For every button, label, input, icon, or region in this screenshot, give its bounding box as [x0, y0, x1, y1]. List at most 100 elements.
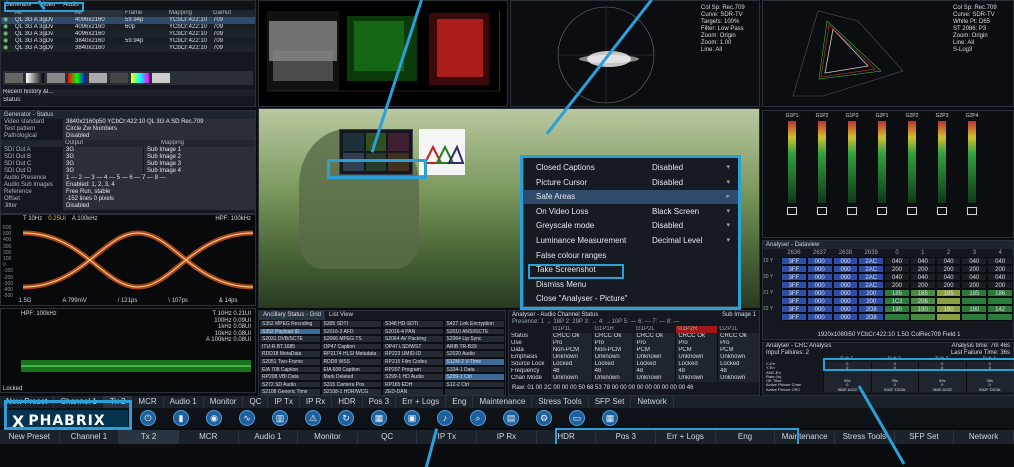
anc-cell[interactable]: RP208 VBI Data	[259, 373, 321, 381]
anc-cell[interactable]: RP2174 HLSI Metadata	[320, 350, 382, 358]
standard-row[interactable]: ◉ QL 3G A 3gDv 3840x2160 YCbCr:422:10 709	[1, 45, 255, 52]
tab-qc[interactable]: QC	[243, 396, 269, 408]
tab-ip-rx[interactable]: IP Rx	[300, 396, 333, 408]
grid-icon[interactable]: ▦	[371, 410, 387, 426]
radio-icon[interactable]: ◉	[1, 31, 13, 38]
anc-cell[interactable]: S2066 MPEG TS	[320, 335, 382, 343]
anc-cell[interactable]: Mark Deleted	[320, 373, 382, 381]
tab-maintenance[interactable]: Maintenance	[473, 396, 533, 408]
tab-new-preset[interactable]: New Preset	[0, 430, 60, 444]
tab-monitor[interactable]: Monitor	[298, 430, 358, 444]
menu-item[interactable]: Greyscale mode Disabled ▾	[524, 219, 738, 233]
menu-item[interactable]: Luminance Measurement Decimal Level ▾	[524, 234, 738, 248]
standard-row[interactable]: ◉ QL 3G A 3gDv 3840x2160 59.94p YCbCr:422:10…	[1, 38, 255, 45]
anc-cell[interactable]: S352 MPEG Recoding	[259, 320, 321, 328]
alert-icon[interactable]: ⚠	[305, 410, 321, 426]
anc-cell[interactable]: S272 SD Audio	[259, 380, 321, 389]
tab-hdr[interactable]: HDR	[332, 396, 363, 408]
menu-item-value[interactable]: Disabled	[652, 176, 683, 190]
anc-cell[interactable]: ITU-R BT.1685	[259, 342, 321, 351]
tab-channel-1[interactable]: Channel 1	[60, 430, 120, 444]
menu-item[interactable]: Dismiss Menu	[524, 278, 738, 292]
filter-all-1[interactable]: All	[13, 10, 73, 17]
power-icon[interactable]: ⏻	[140, 410, 156, 426]
anc-cell[interactable]: S2108 Generic Time	[259, 388, 321, 395]
tab-audio-1[interactable]: Audio 1	[239, 430, 299, 444]
tab-pos-3[interactable]: Pos 3	[363, 396, 397, 408]
menu-item-value[interactable]: Disabled	[652, 161, 683, 175]
tab-ip-rx[interactable]: IP Rx	[477, 430, 537, 444]
anc-cell[interactable]: OP47 Caption	[320, 342, 382, 351]
settings-icon[interactable]: ⚙	[536, 410, 552, 426]
monitor-icon[interactable]: ▭	[569, 410, 585, 426]
anc-cell[interactable]: S2064 AV Packing	[382, 335, 444, 343]
anc-cell[interactable]	[443, 388, 505, 395]
tab-ip-tx[interactable]: IP Tx	[268, 396, 300, 408]
menu-item-value[interactable]: Black Screen	[652, 205, 699, 219]
picture-icon[interactable]: ▤	[503, 410, 519, 426]
anc-cell[interactable]: S334-1 Data	[443, 365, 505, 374]
standard-row[interactable]: ◉ QL 3G A 3gDv 4096x2160 60p YCbCr:422:10 709	[1, 24, 255, 31]
anc-cell[interactable]: S427 Link Encryption	[443, 320, 505, 328]
pattern-thumbnails[interactable]	[3, 71, 253, 85]
tab-mcr[interactable]: MCR	[132, 396, 164, 408]
refresh-icon[interactable]: ↻	[338, 410, 354, 426]
tab-pos-3[interactable]: Pos 3	[596, 430, 657, 444]
camera-icon[interactable]: ▣	[404, 410, 420, 426]
anc-cell[interactable]: ZED-DAN	[382, 388, 444, 395]
radio-icon[interactable]: ◉	[1, 24, 13, 31]
tab-maintenance[interactable]: Maintenance	[775, 430, 835, 444]
anc-cell[interactable]: S299-1 Ctrl	[443, 373, 505, 381]
anc-cell[interactable]: S352 Payload ID	[259, 327, 321, 336]
anc-cell[interactable]: RDD18 MetaData	[259, 350, 321, 358]
standard-row[interactable]: ◉ QL 3G A 3gDv 4096x2160 YCbCr:422:10 709	[1, 31, 255, 38]
search-icon[interactable]: ⌕	[470, 410, 486, 426]
tab-stress-tools[interactable]: Stress Tools	[532, 396, 589, 408]
meter-icon[interactable]: ▮	[173, 410, 189, 426]
tab-channel-1[interactable]: Channel 1	[54, 396, 104, 408]
tab-hdr[interactable]: HDR	[537, 430, 597, 444]
anc-cell[interactable]: S305 SDTI	[320, 320, 382, 328]
menu-item[interactable]: Picture Cursor Disabled ▾	[524, 176, 738, 190]
tab-err-logs[interactable]: Err + Logs	[656, 430, 716, 444]
anc-cell[interactable]: EIA 708 Caption	[259, 365, 321, 374]
anc-cell[interactable]: S12M-2 V-Time	[443, 357, 505, 366]
radio-icon[interactable]: ◉	[1, 17, 13, 24]
anc-cell[interactable]: S2016-3 AFD	[320, 327, 382, 336]
tab-network[interactable]: Network	[631, 396, 674, 408]
tab-new-preset[interactable]: New Preset	[0, 396, 55, 408]
anc-cell[interactable]: S2108-1 HDR/WCG	[320, 388, 382, 395]
waveform-icon[interactable]: ∿	[239, 410, 255, 426]
tab-tx-2[interactable]: Tx 2	[103, 396, 133, 408]
anc-cell[interactable]: S12-2 Ctrl	[443, 380, 505, 389]
anc-cell[interactable]: S2051 Two-Frame	[259, 357, 321, 366]
anc-cell[interactable]: RP223 UMID-ID	[382, 350, 444, 358]
menu-item[interactable]: Safe Areas ▸	[524, 190, 738, 205]
tab-monitor[interactable]: Monitor	[204, 396, 244, 408]
tab-network[interactable]: Network	[954, 430, 1014, 444]
anc-cell[interactable]: RDD8 WSS	[320, 357, 382, 366]
tab-err-logs[interactable]: Err + Logs	[396, 396, 447, 408]
tab-ip-tx[interactable]: IP Tx	[417, 430, 478, 444]
anc-cell[interactable]: RP165 EDH	[382, 380, 444, 389]
tab-eng[interactable]: Eng	[446, 396, 474, 408]
audio-icon[interactable]: ♪	[437, 410, 453, 426]
menu-item[interactable]: Take Screenshot	[524, 263, 738, 277]
anc-cell[interactable]: ARIB TR-B29	[443, 342, 505, 351]
tab-eng[interactable]: Eng	[716, 430, 776, 444]
anc-cell[interactable]: S2016-4 PAN	[382, 327, 444, 336]
menu-item-value[interactable]: Decimal Level	[652, 234, 702, 248]
anc-cell[interactable]: OP47 LSD/WST	[382, 342, 444, 351]
radio-icon[interactable]: ◉	[1, 38, 13, 45]
menu-item[interactable]: False colour ranges	[524, 249, 738, 263]
anc-cell[interactable]: S348 HD-SDTI	[382, 320, 444, 328]
tab-qc[interactable]: QC	[358, 430, 418, 444]
tab-audio[interactable]: Audio	[59, 1, 82, 10]
tab-sfp-set[interactable]: SFP Set	[895, 430, 955, 444]
standard-row[interactable]: ◉ QL 3G A 3gDv 4096x2160 59.94p YCbCr:422:10…	[1, 17, 255, 24]
tab-anc-grid[interactable]: Ancillary Status - Grid	[259, 311, 326, 320]
eye-icon[interactable]: ◉	[206, 410, 222, 426]
tab-audio-1[interactable]: Audio 1	[164, 396, 204, 408]
anc-cell[interactable]: EIA 608 Caption	[320, 365, 382, 374]
anc-cell[interactable]: S2031 DVB/SCTE	[259, 335, 321, 343]
